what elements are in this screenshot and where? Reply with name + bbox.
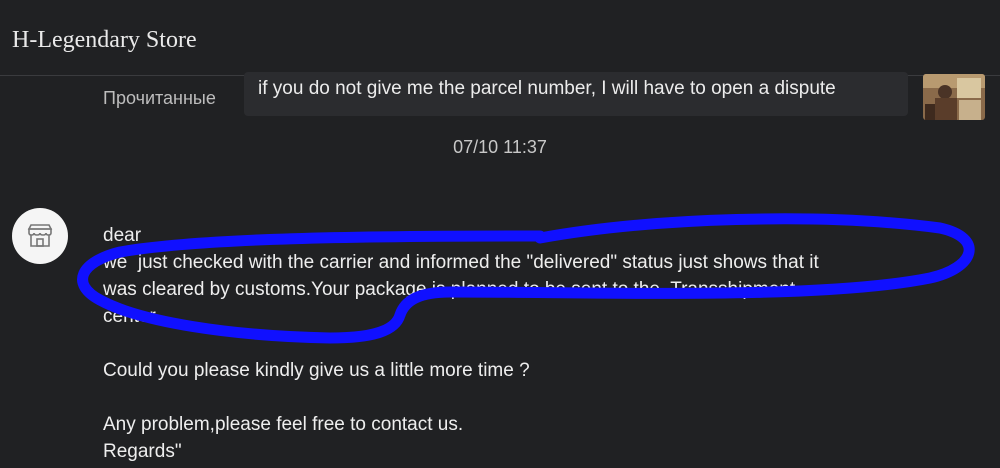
- my-message-text: if you do not give me the parcel number,…: [258, 78, 836, 99]
- message-line: Regards": [103, 441, 182, 462]
- read-status: Прочитанные: [103, 88, 216, 108]
- user-photo-icon: [923, 74, 985, 120]
- message-line: was cleared by customs.Your package is p…: [103, 279, 796, 300]
- line-spacer: [103, 330, 903, 357]
- message-line: dear: [103, 225, 142, 246]
- message-line: Could you please kindly give us a little…: [103, 360, 530, 381]
- message-line: we just checked with the carrier and inf…: [103, 252, 819, 273]
- message-line: Any problem,please feel free to contact …: [103, 414, 464, 435]
- seller-message: dear we just checked with the carrier an…: [103, 222, 903, 465]
- store-title: H-Legendary Store: [12, 27, 197, 53]
- message-timestamp: 07/10 11:37: [453, 137, 547, 157]
- my-message-bubble: if you do not give me the parcel number,…: [244, 72, 908, 116]
- shop-avatar[interactable]: [12, 208, 68, 264]
- message-line: center。: [103, 306, 175, 327]
- store-icon: [27, 224, 53, 247]
- line-spacer: [103, 384, 903, 411]
- app-header: H-Legendary Store: [0, 0, 1000, 76]
- user-avatar[interactable]: [923, 74, 985, 120]
